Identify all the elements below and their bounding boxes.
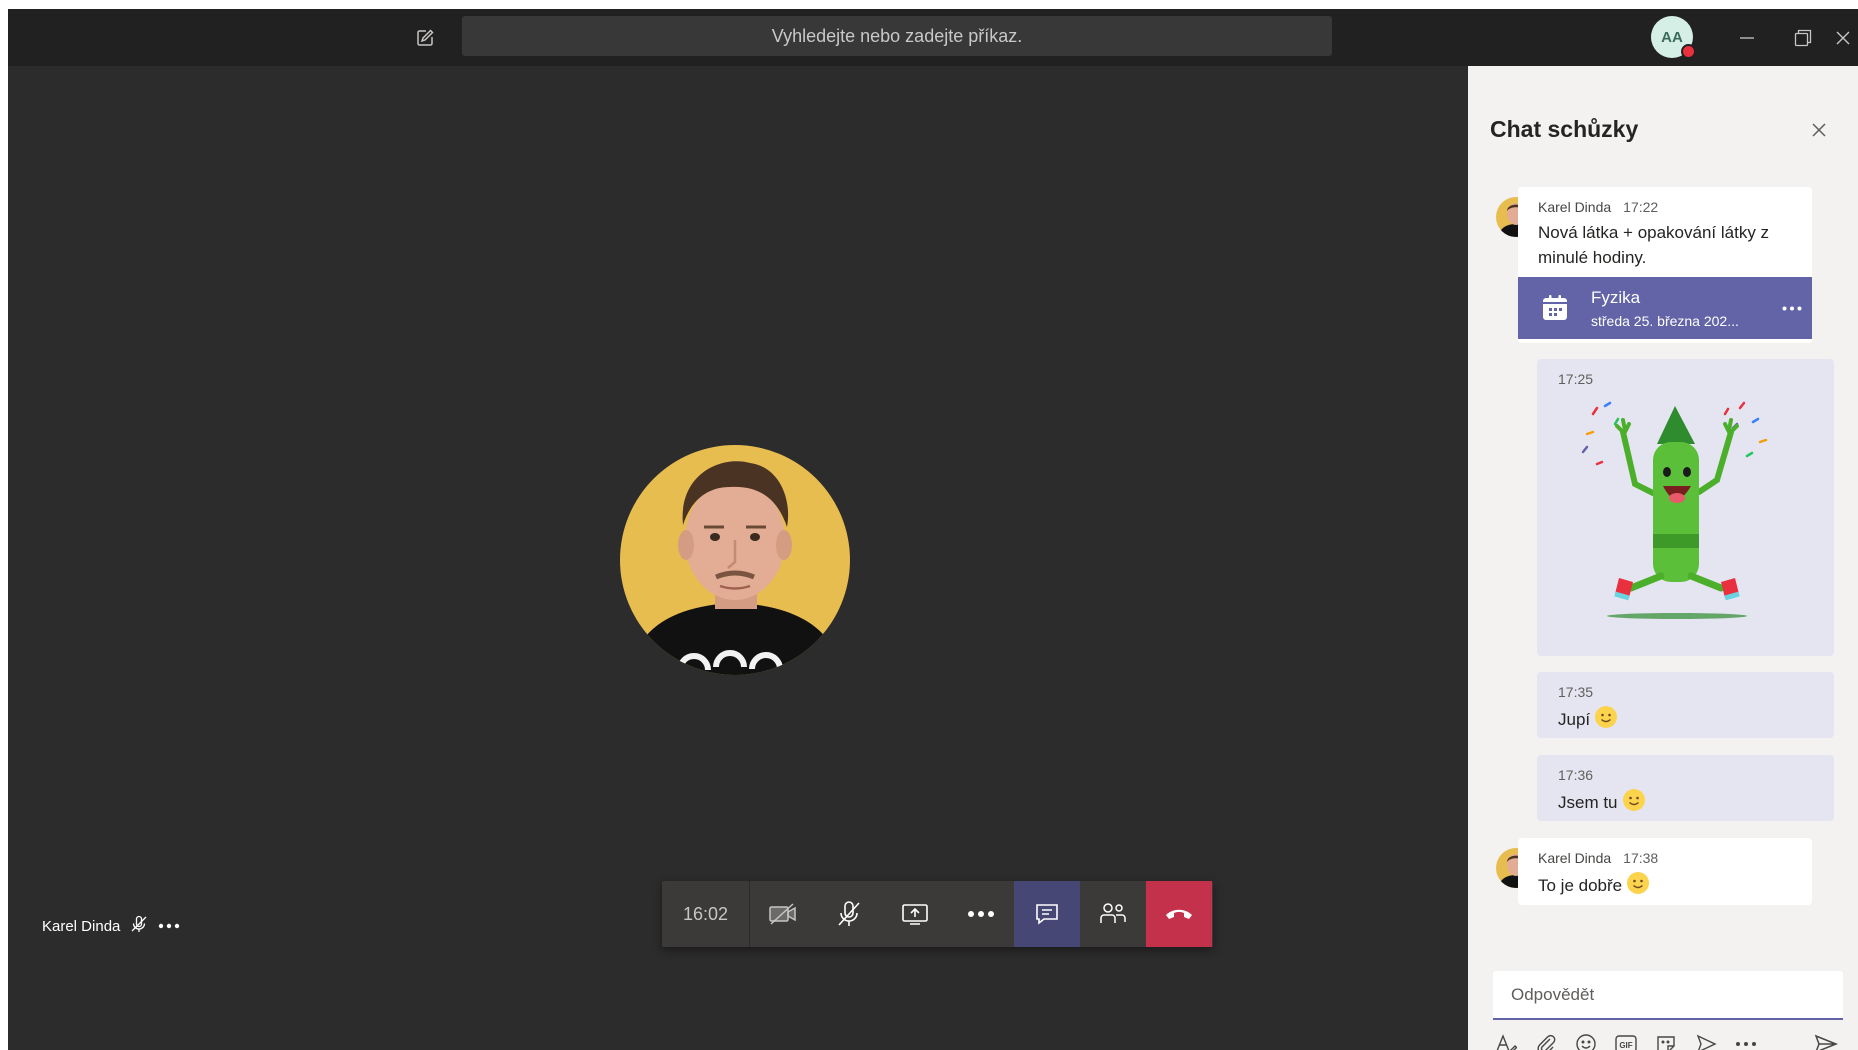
teams-window: Vyhledejte nebo zadejte příkaz. AA Karel… <box>8 9 1858 1050</box>
minimize-icon[interactable] <box>1722 9 1772 66</box>
call-timer: 16:02 <box>662 881 750 947</box>
sticker-icon[interactable] <box>1653 1031 1679 1050</box>
message-5: Karel Dinda 17:38 To je dobře <box>1518 838 1812 905</box>
message-time: 17:22 <box>1623 199 1659 215</box>
smile-emoji <box>1626 871 1650 902</box>
reply-box[interactable] <box>1493 971 1843 1020</box>
reply-input[interactable] <box>1493 971 1843 1018</box>
dancing-crayon-sticker <box>1575 394 1775 639</box>
mic-off-icon[interactable] <box>816 881 882 947</box>
participant-name: Karel Dinda <box>42 917 121 935</box>
gif-icon[interactable]: GIF <box>1613 1031 1639 1050</box>
call-controls-bar: 16:02 <box>662 881 1213 947</box>
participant-name-tag: Karel Dinda <box>42 915 180 937</box>
message-4: 17:36 Jsem tu <box>1537 755 1834 821</box>
participant-avatar <box>620 445 850 675</box>
camera-off-icon[interactable] <box>750 881 816 947</box>
participant-more-icon[interactable] <box>158 923 180 929</box>
message-text: Jupí <box>1558 709 1591 729</box>
message-3: 17:35 Jupí <box>1537 672 1834 738</box>
user-initials: AA <box>1661 28 1683 46</box>
message-time: 17:38 <box>1623 850 1659 866</box>
smile-emoji <box>1594 705 1618 736</box>
attach-icon[interactable] <box>1533 1031 1559 1050</box>
close-icon[interactable] <box>1828 9 1858 66</box>
share-screen-icon[interactable] <box>882 881 948 947</box>
message-1: Karel Dinda 17:22 Nová látka + opakování… <box>1518 187 1812 343</box>
call-stage: Karel Dinda 16:02 <box>8 66 1468 1050</box>
more-icon[interactable] <box>948 881 1014 947</box>
svg-text:GIF: GIF <box>1619 1041 1632 1050</box>
search-placeholder: Vyhledejte nebo zadejte příkaz. <box>771 25 1023 46</box>
message-text-wrap: Jupí <box>1558 705 1618 736</box>
meeting-chat-panel: Chat schůzky Karel Dinda 17:22 Nová látk… <box>1468 66 1858 1050</box>
message-time: 17:25 <box>1558 371 1594 387</box>
message-time: 17:35 <box>1558 684 1594 700</box>
message-text: Nová látka + opakování látky z minulé ho… <box>1538 223 1770 267</box>
meeting-card-date: středa 25. března 202... <box>1591 312 1739 329</box>
message-2: 17:25 <box>1537 359 1834 656</box>
hang-up-icon[interactable] <box>1146 881 1212 947</box>
chat-close-icon[interactable] <box>1807 118 1831 142</box>
message-text-wrap: Jsem tu <box>1558 788 1646 819</box>
format-icon[interactable] <box>1493 1031 1519 1050</box>
meeting-card-title: Fyzika <box>1591 287 1641 307</box>
message-author: Karel Dinda <box>1538 850 1612 866</box>
message-author: Karel Dinda <box>1538 199 1612 215</box>
participants-icon[interactable] <box>1080 881 1146 947</box>
calendar-icon <box>1540 293 1570 323</box>
message-time: 17:36 <box>1558 767 1594 783</box>
message-text: To je dobře <box>1538 875 1623 895</box>
message-text-wrap: To je dobře <box>1538 871 1650 902</box>
compose-toolbar: GIF <box>1493 1029 1843 1050</box>
compose-icon[interactable] <box>411 24 439 52</box>
presence-busy-icon <box>1681 44 1696 59</box>
mic-off-icon <box>130 915 148 937</box>
user-avatar[interactable]: AA <box>1651 16 1696 59</box>
title-bar: Vyhledejte nebo zadejte příkaz. AA <box>8 9 1858 66</box>
meeting-card-more-icon[interactable] <box>1772 306 1812 311</box>
message-text: Jsem tu <box>1558 792 1618 812</box>
schedule-meeting-icon[interactable] <box>1693 1031 1719 1050</box>
more-options-icon[interactable] <box>1733 1031 1759 1050</box>
emoji-icon[interactable] <box>1573 1031 1599 1050</box>
send-icon[interactable] <box>1813 1031 1839 1050</box>
chat-title: Chat schůzky <box>1490 116 1639 142</box>
restore-icon[interactable] <box>1778 9 1828 66</box>
chat-icon[interactable] <box>1014 881 1080 947</box>
smile-emoji <box>1622 788 1646 819</box>
search-input[interactable]: Vyhledejte nebo zadejte příkaz. <box>462 16 1332 56</box>
meeting-card[interactable]: Fyzika středa 25. března 202... <box>1518 277 1812 339</box>
